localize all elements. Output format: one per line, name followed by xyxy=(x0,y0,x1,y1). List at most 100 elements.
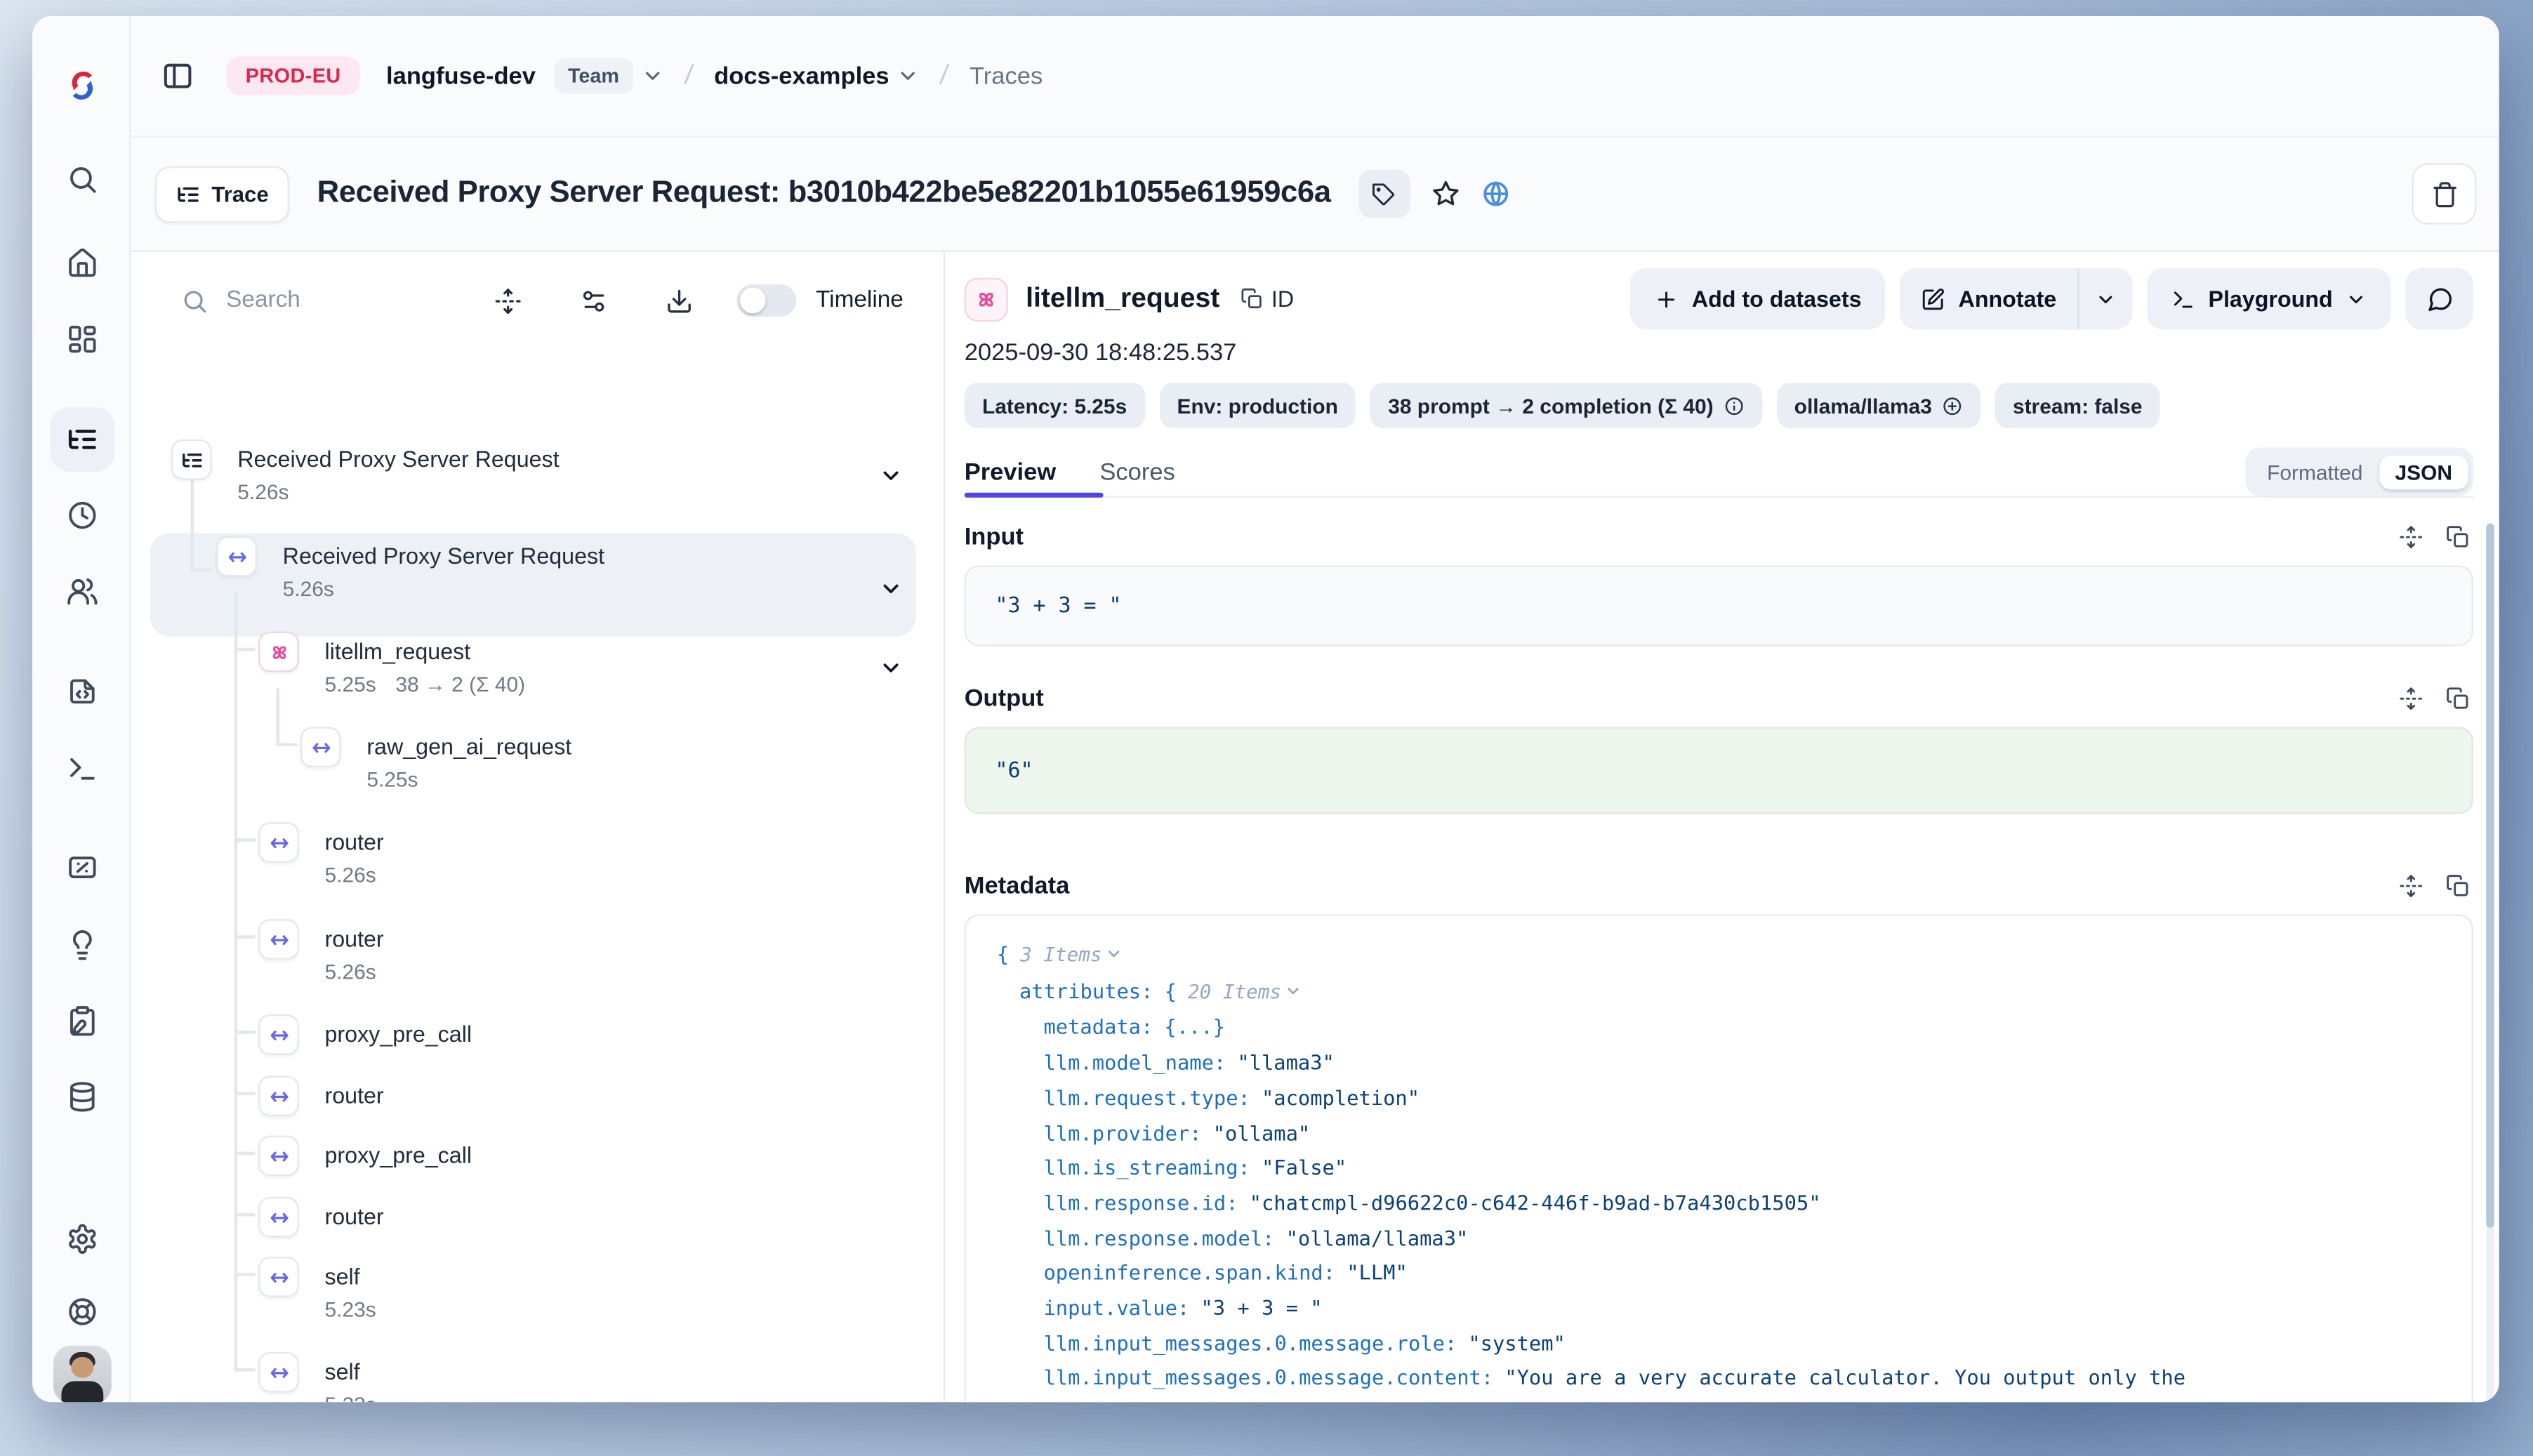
annotate-dropdown-button[interactable] xyxy=(2077,268,2132,329)
trace-chip-label: Trace xyxy=(211,182,268,206)
delete-trace-button[interactable] xyxy=(2412,163,2476,224)
sidebar-evaluators-clipboard-icon[interactable] xyxy=(66,1005,98,1037)
copy-icon[interactable] xyxy=(2446,524,2471,549)
format-json-option[interactable]: JSON xyxy=(2379,455,2468,489)
scrollbar-thumb[interactable] xyxy=(2486,524,2494,1228)
tree-guide-line xyxy=(234,593,237,1370)
plus-circle-icon xyxy=(1942,395,1963,416)
tree-row-span[interactable]: router xyxy=(258,1076,384,1116)
avatar-art xyxy=(71,1357,93,1378)
star-bookmark-icon[interactable] xyxy=(1431,179,1460,208)
org-logo-icon[interactable] xyxy=(61,65,103,107)
add-to-datasets-button[interactable]: Add to datasets xyxy=(1630,268,1886,329)
stream-badge: stream: false xyxy=(1995,383,2160,428)
breadcrumb-org[interactable]: langfuse-dev xyxy=(386,62,536,90)
sidebar-datasets-database-icon[interactable] xyxy=(66,1080,98,1113)
token-usage-badge[interactable]: 38 prompt → 2 completion (Σ 40) xyxy=(1370,383,1762,428)
input-value: "3 + 3 = " xyxy=(965,565,2473,646)
tree-row-span[interactable]: Received Proxy Server Request 5.26s xyxy=(216,536,604,606)
copy-id-button[interactable]: ID xyxy=(1241,286,1294,312)
sidebar-dashboard-icon[interactable] xyxy=(66,323,98,355)
tree-guide-line xyxy=(234,1273,256,1275)
annotate-button[interactable]: Annotate xyxy=(1900,268,2077,329)
tree-row-span[interactable]: raw_gen_ai_request 5.25s xyxy=(300,727,571,796)
chevron-down-icon[interactable] xyxy=(879,463,904,488)
tree-toolbar: Timeline xyxy=(131,272,943,330)
tree-row-span[interactable]: router 5.26s xyxy=(258,822,384,892)
user-avatar[interactable] xyxy=(53,1346,112,1403)
sidebar-insights-lightbulb-icon[interactable] xyxy=(66,929,98,961)
breadcrumb-project[interactable]: docs-examples xyxy=(714,62,889,90)
arrow-left-right-icon xyxy=(300,727,341,767)
copy-icon[interactable] xyxy=(2446,873,2471,898)
tab-scores[interactable]: Scores xyxy=(1099,458,1175,485)
breadcrumb-bar: PROD-EU langfuse-dev Team / docs-example… xyxy=(131,16,2499,138)
search-input[interactable] xyxy=(226,288,420,314)
sidebar-search-icon[interactable] xyxy=(66,163,98,195)
tree-row-trace[interactable]: Received Proxy Server Request 5.26s xyxy=(171,439,560,509)
model-badge[interactable]: ollama/llama3 xyxy=(1776,383,1980,428)
playground-button[interactable]: Playground xyxy=(2147,268,2390,329)
chevron-down-icon[interactable] xyxy=(642,65,664,87)
tree-row-generation-selected[interactable]: litellm_request 5.25s38 → 2 (Σ 40) xyxy=(258,632,525,701)
copy-icon[interactable] xyxy=(2446,686,2471,710)
sidebar-tracing-icon[interactable] xyxy=(66,423,98,456)
download-icon[interactable] xyxy=(666,286,693,314)
collapse-vertical-icon[interactable] xyxy=(2399,873,2423,898)
trash-icon xyxy=(2431,180,2458,208)
tree-row-span[interactable]: self 5.23s xyxy=(258,1257,376,1326)
environment-badge[interactable]: PROD-EU xyxy=(226,57,360,95)
comments-button[interactable] xyxy=(2405,268,2473,329)
tab-preview[interactable]: Preview xyxy=(965,458,1057,485)
sidebar-toggle-icon[interactable] xyxy=(161,60,194,92)
json-line: llm.response.model:"ollama/llama3" xyxy=(966,1221,2472,1256)
view-settings-sliders-icon[interactable] xyxy=(580,286,607,314)
tree-row-span[interactable]: self 5.23s xyxy=(258,1352,376,1402)
sidebar-prompts-icon[interactable] xyxy=(66,675,98,708)
row-duration: 5.26s xyxy=(325,955,384,988)
row-duration: 5.25s38 → 2 (Σ 40) xyxy=(325,667,526,701)
sidebar-settings-gear-icon[interactable] xyxy=(66,1223,98,1255)
collapse-vertical-icon[interactable] xyxy=(2399,686,2423,710)
arrow-left-right-icon xyxy=(258,1197,299,1238)
row-duration: 5.23s xyxy=(325,1292,376,1326)
json-line: openinference.span.kind:"LLM" xyxy=(966,1256,2472,1291)
timeline-toggle[interactable] xyxy=(736,284,796,317)
sidebar-scores-icon[interactable] xyxy=(66,852,98,884)
list-tree-icon xyxy=(176,182,201,206)
chevron-down-icon[interactable] xyxy=(897,65,920,87)
collapse-vertical-icon[interactable] xyxy=(2399,524,2423,549)
input-section-label: Input xyxy=(965,522,1024,550)
sidebar-sessions-clock-icon[interactable] xyxy=(66,499,98,531)
detail-actions: Add to datasets Annotate Playground xyxy=(1630,268,2473,329)
trace-type-chip[interactable]: Trace xyxy=(155,166,290,223)
detail-header: litellm_request ID Add to datasets Annot… xyxy=(965,268,2473,329)
row-duration: 5.26s xyxy=(283,572,604,606)
tree-row-span[interactable]: proxy_pre_call xyxy=(258,1136,472,1177)
detail-tabs: Preview Scores Formatted JSON xyxy=(965,447,2473,497)
tree-guide-line xyxy=(234,1152,256,1154)
collapse-all-icon[interactable] xyxy=(494,286,522,314)
chevron-down-icon[interactable] xyxy=(879,576,904,601)
sidebar-support-lifebuoy-icon[interactable] xyxy=(66,1295,98,1328)
row-label: proxy_pre_call xyxy=(325,1142,472,1168)
arrow-left-right-icon xyxy=(216,536,257,577)
breadcrumb-section[interactable]: Traces xyxy=(970,62,1043,90)
sidebar-home-icon[interactable] xyxy=(66,247,98,279)
public-globe-icon[interactable] xyxy=(1481,179,1510,208)
sidebar-playground-icon[interactable] xyxy=(66,753,98,785)
tree-row-span[interactable]: proxy_pre_call xyxy=(258,1014,472,1055)
sidebar-users-icon[interactable] xyxy=(66,575,98,607)
chevron-down-icon[interactable] xyxy=(879,656,904,680)
json-line[interactable]: attributes:{20 Items xyxy=(966,974,2472,1010)
arrow-left-right-icon xyxy=(258,919,299,960)
format-formatted-option[interactable]: Formatted xyxy=(2251,460,2379,484)
tree-row-span[interactable]: router xyxy=(258,1197,384,1238)
json-line[interactable]: {3 Items xyxy=(966,937,2472,974)
row-label: raw_gen_ai_request xyxy=(366,734,571,760)
tag-button[interactable] xyxy=(1358,170,1410,218)
observation-title: litellm_request xyxy=(1026,283,1219,315)
json-line[interactable]: metadata:{...} xyxy=(966,1010,2472,1045)
metadata-json-viewer: {3 Items attributes:{20 Items metadata:{… xyxy=(965,914,2473,1402)
tree-row-span[interactable]: router 5.26s xyxy=(258,919,384,988)
